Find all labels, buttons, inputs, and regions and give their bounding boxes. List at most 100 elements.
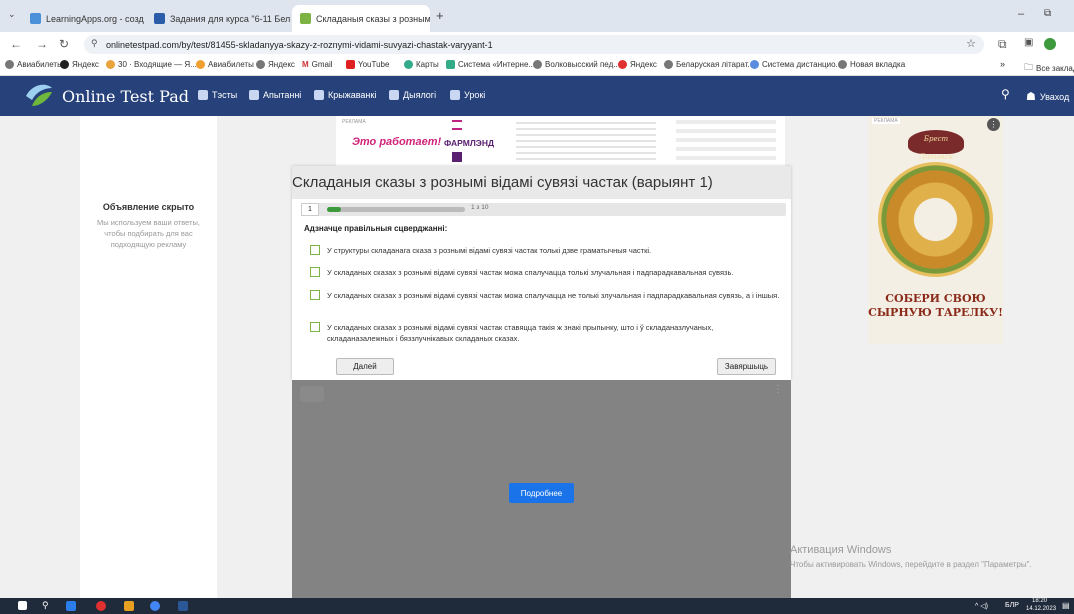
windows-activation-title: Активация Windows [790,544,892,556]
nav-crosswords[interactable]: Крыжаванкі [314,90,376,100]
ad-menu-icon[interactable]: ⋮ [773,384,783,395]
hidden-ad-title: Объявление скрыто [102,202,195,212]
answer-option[interactable]: У структуры складанага сказа з рознымі в… [310,245,780,256]
nav-dialogues[interactable]: Дыялогі [389,90,436,100]
bookmark-item[interactable]: M Gmail [302,60,333,69]
browser-tab-active-test[interactable]: Складаныя сказы з рознымі в ✕ [292,5,430,32]
ad-slogan: Это работает! [352,136,442,148]
nav-tests[interactable]: Тэсты [198,90,237,100]
favicon-icon [30,13,41,24]
notifications-icon[interactable]: ▤ [1062,601,1070,610]
back-icon[interactable]: ← [10,37,22,51]
bookmark-item[interactable]: Авиабилеты [5,60,63,69]
checkbox[interactable] [310,267,320,277]
ad-label: РЕКЛАМА [342,119,366,125]
progress-count: 1 з 10 [471,204,489,211]
option-text: У складаных сказах з рознымі відамі сувя… [327,291,780,300]
top-ad-banner[interactable]: РЕКЛАМА Это работает! ФАРМЛЭНД [336,116,785,166]
tray-icons[interactable]: ^ ◁) [975,602,988,610]
bookmark-item[interactable]: Яндекс [60,60,99,69]
url-text: onlinetestpad.com/by/test/81455-skladany… [106,39,493,50]
search-icon[interactable]: ⚲ [42,600,49,611]
ad-warning-text [676,120,776,162]
app-icon[interactable] [124,601,134,611]
favicon-icon [300,13,311,24]
bookmark-item[interactable]: Система дистанцио... [750,60,842,69]
sidebar-icon[interactable]: ▣ [1024,37,1033,48]
option-text: У складаных сказах з рознымі відамі сувя… [327,323,714,343]
ad-overlay: ⋮ Подробнее [292,380,791,598]
chrome-icon[interactable] [150,601,160,611]
site-info-icon[interactable]: ⚲ [91,38,98,49]
bookmark-item[interactable]: 30 · Входящие — Я... [106,60,197,69]
hidden-ad-panel: Объявление скрыто Мы используем ваши отв… [80,116,217,598]
new-tab-button[interactable]: + [436,8,444,23]
logo-icon [26,84,52,106]
favicon-icon [154,13,165,24]
checkbox[interactable] [310,322,320,332]
progress-track [327,207,465,212]
site-logo[interactable]: Online Test Pad [22,80,189,112]
bookmark-item[interactable]: Система «Интерне... [446,60,535,69]
answer-option[interactable]: У складаных сказах з рознымі відамі сувя… [310,322,780,344]
url-field[interactable]: ⚲ onlinetestpad.com/by/test/81455-sklada… [84,35,984,54]
tab-label: LearningApps.org - создание и [46,13,144,24]
profile-avatar[interactable] [1044,38,1056,50]
task-view-icon[interactable] [66,601,76,611]
ad-menu-icon[interactable]: ⋮ [987,118,1000,131]
bookmark-item[interactable]: Яндекс [618,60,657,69]
browser-tab-strip: ⌄ LearningApps.org - создание и ✕ Задани… [0,0,1074,32]
checkbox[interactable] [310,290,320,300]
right-ad-banner[interactable]: РЕКЛАМА ⋮ Брест Литовск СОБЕРИ СВОЮ СЫРН… [868,116,1003,344]
next-button[interactable]: Далей [336,358,394,375]
ad-label: РЕКЛАМА [872,118,900,124]
answer-option[interactable]: У складаных сказах з рознымі відамі сувя… [310,290,780,301]
tab-search-icon[interactable]: ⌄ [8,9,16,20]
reload-icon[interactable]: ↻ [59,37,69,51]
page-body: Объявление скрыто Мы используем ваши отв… [0,116,1074,598]
word-icon[interactable] [178,601,188,611]
question-instruction: Адзначце правільныя сцверджанні: [304,224,448,233]
search-icon[interactable]: ⚲ [1001,87,1010,101]
nav-lessons[interactable]: Урокі [450,90,485,100]
clock-time[interactable]: 18:20 [1032,598,1047,604]
bookmark-item[interactable]: Волковысский пед... [533,60,620,69]
tab-label: Складаныя сказы з рознымі в [316,13,430,24]
more-details-button[interactable]: Подробнее [509,483,574,503]
address-bar-row: ← → ↻ ⚲ onlinetestpad.com/by/test/81455-… [0,32,1074,56]
bookmark-item[interactable]: YouTube [346,60,389,69]
bookmark-item[interactable]: Беларуская літарат... [664,60,754,69]
site-header: Online Test Pad Тэсты Апытанні Крыжаванк… [0,76,1074,116]
bookmark-item[interactable]: Новая вкладка [838,60,905,69]
bookmark-item[interactable]: Карты [404,60,439,69]
bookmark-star-icon[interactable]: ☆ [966,37,976,50]
forward-icon[interactable]: → [36,37,48,51]
extensions-icon[interactable]: ⧉ [998,37,1007,52]
bookmark-item[interactable]: Авиабилеты [196,60,254,69]
lessons-icon [450,90,460,100]
nav-surveys[interactable]: Апытанні [249,90,301,100]
tab-label: Задания для курса "6-11 Белс [170,13,290,24]
bookmarks-overflow-button[interactable]: » [1000,59,1005,69]
logo-text: Online Test Pad [62,86,189,106]
brand-mark-icon [452,120,462,130]
cheese-plate-image [878,162,993,277]
question-number: 1 [301,203,319,216]
opera-icon[interactable] [96,601,106,611]
language-indicator[interactable]: БЛР [1005,602,1019,609]
bookmark-item[interactable]: Яндекс [256,60,295,69]
minimize-button[interactable]: – [1018,8,1024,20]
checkbox[interactable] [310,245,320,255]
start-icon[interactable] [18,601,27,610]
finish-button[interactable]: Завяршыць [717,358,776,375]
login-link[interactable]: ☗ Уваход [1026,90,1069,103]
browser-tab-tasks[interactable]: Задания для курса "6-11 Белс ✕ [146,5,290,32]
browser-tab-learningapps[interactable]: LearningApps.org - создание и ✕ [22,5,144,32]
restore-button[interactable]: ⧉ [1044,8,1051,19]
windows-activation-text: Чтобы активировать Windows, перейдите в … [790,560,1032,569]
ad-headline: СОБЕРИ СВОЮ СЫРНУЮ ТАРЕЛКУ! [868,292,1003,319]
answer-option[interactable]: У складаных сказах з рознымі відамі сувя… [310,267,780,278]
all-bookmarks-folder[interactable]: 🗀Все закладки [1024,60,1074,75]
test-title: Складаныя сказы з рознымі відамі сувязі … [292,166,791,199]
clock-date[interactable]: 14.12.2023 [1026,606,1056,612]
